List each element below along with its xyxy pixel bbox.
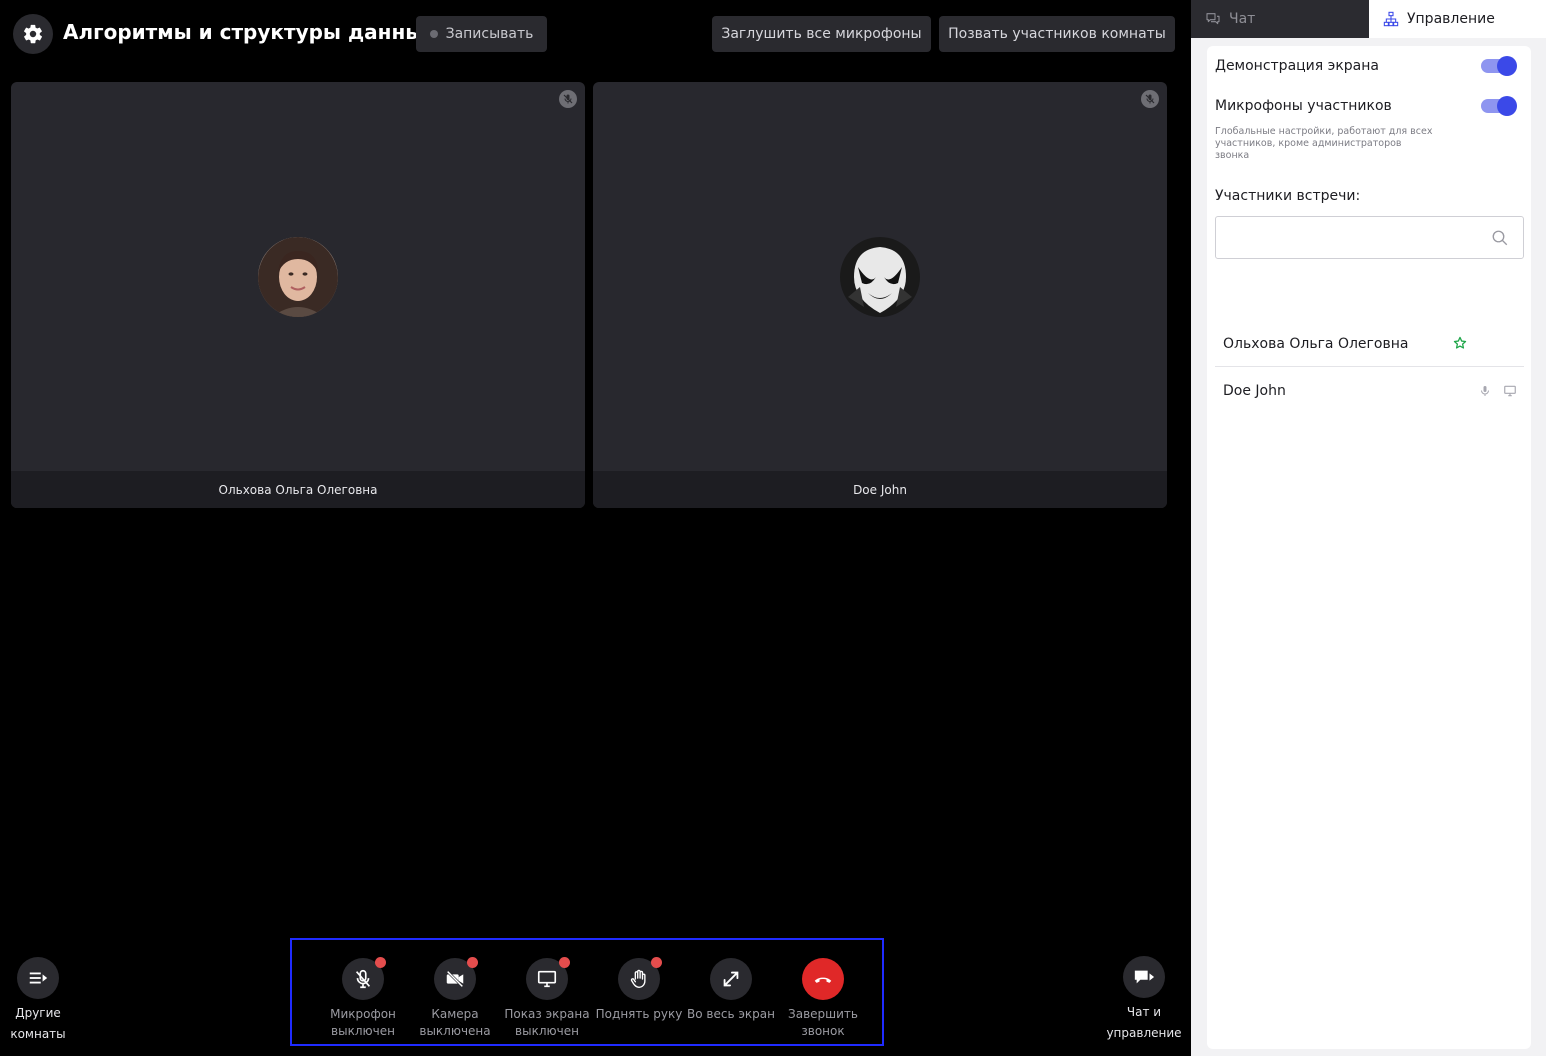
- screen-share-button[interactable]: Показ экрана выключен: [501, 957, 593, 1040]
- off-badge: [651, 957, 662, 968]
- participant-mics-toggle[interactable]: [1481, 96, 1517, 116]
- gear-icon: [24, 24, 42, 44]
- avatar: [258, 237, 338, 317]
- search-input[interactable]: [1226, 217, 1485, 260]
- side-panel: Чат Управление Демонстрация экрана Микро…: [1191, 0, 1546, 1056]
- mic-muted-icon: [559, 90, 577, 108]
- microphone-icon[interactable]: [1479, 384, 1491, 398]
- hang-up-icon: [802, 958, 844, 1000]
- microphone-toggle-button[interactable]: Микрофон выключен: [317, 957, 409, 1040]
- avatar: [840, 237, 920, 317]
- room-title: Алгоритмы и структуры данных: [63, 20, 437, 44]
- hierarchy-icon: [1383, 11, 1399, 27]
- mic-label: Микрофон выключен: [330, 1007, 396, 1038]
- participant-name: Doe John: [593, 471, 1167, 508]
- hand-label: Поднять руку: [595, 1007, 683, 1021]
- record-button[interactable]: Записывать: [416, 16, 547, 52]
- participant-row[interactable]: Ольхова Ольга Олеговна: [1215, 321, 1524, 367]
- camera-toggle-button[interactable]: Камера выключена: [409, 957, 501, 1040]
- screen-label: Показ экрана выключен: [504, 1007, 590, 1038]
- end-call-label: Завершить звонок: [788, 1007, 858, 1038]
- settings-button[interactable]: [13, 14, 53, 54]
- monitor-icon[interactable]: [1503, 384, 1517, 398]
- invite-participants-button[interactable]: Позвать участников комнаты: [939, 16, 1175, 52]
- fullscreen-label: Во весь экран: [687, 1007, 775, 1021]
- hand-icon: [618, 957, 662, 1000]
- participant-name: Ольхова Ольга Олеговна: [11, 471, 585, 508]
- star-icon: [1453, 336, 1467, 349]
- chat-and-admin-label: Чат и управление: [1106, 1005, 1182, 1040]
- record-label: Записывать: [445, 26, 534, 42]
- monitor-icon: [526, 957, 570, 1000]
- chat-icon: [1206, 13, 1220, 25]
- tab-admin[interactable]: Управление: [1369, 0, 1546, 38]
- participant-name: Ольхова Ольга Олеговна: [1223, 335, 1409, 352]
- rooms-list-icon: [17, 957, 59, 999]
- expand-icon: [710, 958, 752, 1000]
- video-tile[interactable]: Doe John: [593, 82, 1167, 508]
- participant-search: [1215, 216, 1524, 260]
- participants-title: Участники встречи:: [1215, 188, 1361, 204]
- camera-label: Камера выключена: [419, 1007, 491, 1038]
- search-icon[interactable]: [1491, 229, 1509, 251]
- off-badge: [467, 957, 478, 968]
- screen-share-label: Демонстрация экрана: [1215, 58, 1379, 74]
- mic-off-icon: [342, 957, 386, 1000]
- end-call-button[interactable]: Завершить звонок: [777, 958, 869, 1040]
- mic-muted-icon: [1141, 90, 1159, 108]
- mute-all-button[interactable]: Заглушить все микрофоны: [712, 16, 931, 52]
- tab-chat[interactable]: Чат: [1191, 0, 1369, 38]
- other-rooms-label: Другие комнаты: [10, 1006, 66, 1041]
- fullscreen-button[interactable]: Во весь экран: [685, 958, 777, 1023]
- participant-mics-setting: Микрофоны участников: [1215, 94, 1517, 118]
- participant-row[interactable]: Doe John: [1215, 368, 1524, 414]
- off-badge: [375, 957, 386, 968]
- participant-mics-label: Микрофоны участников: [1215, 98, 1392, 114]
- global-settings-note: Глобальные настройки, работают для всех …: [1215, 126, 1433, 161]
- camera-off-icon: [434, 957, 478, 1000]
- chat-and-admin-button[interactable]: Чат и управление: [1104, 956, 1184, 1044]
- screen-share-toggle[interactable]: [1481, 56, 1517, 76]
- chat-toggle-icon: [1123, 956, 1165, 998]
- off-badge: [559, 957, 570, 968]
- video-tile[interactable]: Ольхова Ольга Олеговна: [11, 82, 585, 508]
- participant-name: Doe John: [1223, 383, 1286, 399]
- admin-card: Демонстрация экрана Микрофоны участников…: [1207, 46, 1531, 1049]
- tab-chat-label: Чат: [1229, 11, 1256, 27]
- record-dot-icon: [429, 30, 438, 38]
- tab-admin-label: Управление: [1407, 11, 1495, 27]
- raise-hand-button[interactable]: Поднять руку: [593, 957, 685, 1023]
- other-rooms-button[interactable]: Другие комнаты: [8, 957, 68, 1045]
- screen-share-setting: Демонстрация экрана: [1215, 54, 1517, 78]
